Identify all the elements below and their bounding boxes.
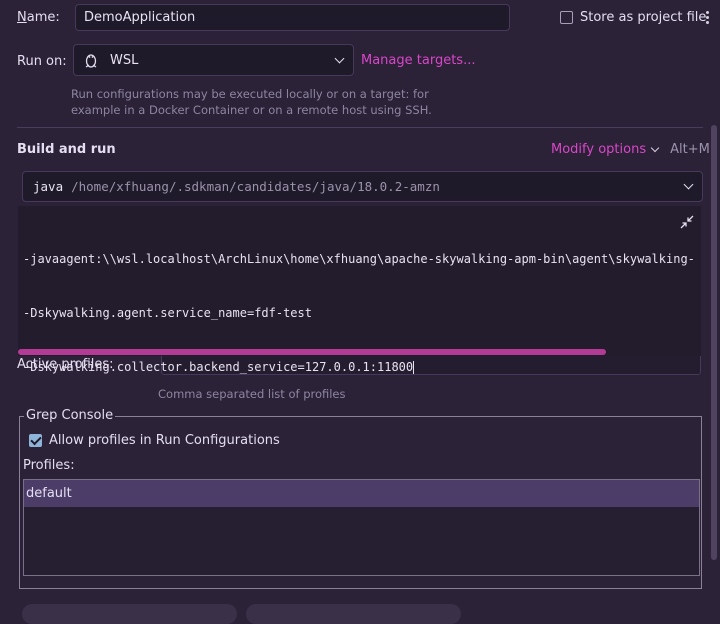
vm-option-line: -javaagent:\\wsl.localhost\ArchLinux\hom… xyxy=(23,252,695,266)
profiles-label: Profiles: xyxy=(23,458,75,473)
jre-select[interactable]: java /home/xfhuang/.sdkman/candidates/ja… xyxy=(22,171,703,202)
allow-profiles-checkbox[interactable] xyxy=(29,434,42,447)
name-value: DemoApplication xyxy=(84,10,196,25)
store-project-file-checkbox[interactable] xyxy=(560,11,573,24)
jre-keyword: java xyxy=(33,179,64,194)
modify-options-shortcut: Alt+M xyxy=(670,142,710,157)
grep-console-title: Grep Console xyxy=(24,408,116,423)
run-on-value: WSL xyxy=(110,52,139,68)
vm-option-line: -Dskywalking.agent.service_name=fdf-test xyxy=(23,306,312,320)
manage-targets-link[interactable]: Manage targets... xyxy=(361,53,475,68)
text-cursor xyxy=(413,361,415,374)
collapse-arrows-icon[interactable] xyxy=(680,215,694,229)
chevron-down-icon xyxy=(650,143,660,153)
name-label: Name: xyxy=(17,10,60,25)
build-and-run-title: Build and run xyxy=(17,142,116,157)
profile-name: default xyxy=(26,486,72,501)
grep-console-group: Grep Console Allow profiles in Run Confi… xyxy=(19,408,702,589)
allow-profiles-option[interactable]: Allow profiles in Run Configurations xyxy=(29,433,280,448)
run-on-hint: Run configurations may be executed local… xyxy=(71,87,432,117)
vertical-scrollbar[interactable] xyxy=(711,125,717,560)
bottom-button[interactable] xyxy=(22,604,237,624)
modify-options-button[interactable]: Modify options Alt+M xyxy=(551,142,710,157)
store-project-file-label: Store as project file xyxy=(580,10,707,25)
bottom-button[interactable] xyxy=(246,604,461,624)
list-item[interactable]: default xyxy=(24,480,699,507)
vm-options-text: -javaagent:\\wsl.localhost\ArchLinux\hom… xyxy=(23,214,695,412)
name-field[interactable]: DemoApplication xyxy=(75,4,510,31)
horizontal-scrollbar[interactable] xyxy=(18,349,606,355)
section-divider xyxy=(17,127,703,128)
run-on-label: Run on: xyxy=(17,54,67,69)
allow-profiles-label: Allow profiles in Run Configurations xyxy=(49,433,280,448)
vm-option-line: -Dskywalking.collector.backend_service=1… xyxy=(23,360,415,374)
profiles-list[interactable]: default xyxy=(23,479,700,576)
chevron-down-icon xyxy=(683,179,694,190)
store-project-file[interactable]: Store as project file xyxy=(560,10,706,25)
vm-options-editor[interactable]: -javaagent:\\wsl.localhost\ArchLinux\hom… xyxy=(18,206,701,374)
vertical-dots-icon[interactable] xyxy=(706,11,709,24)
linux-penguin-icon xyxy=(84,52,98,68)
jre-path: /home/xfhuang/.sdkman/candidates/java/18… xyxy=(71,179,440,194)
chevron-down-icon xyxy=(334,53,345,63)
run-on-select[interactable]: WSL xyxy=(73,44,354,76)
